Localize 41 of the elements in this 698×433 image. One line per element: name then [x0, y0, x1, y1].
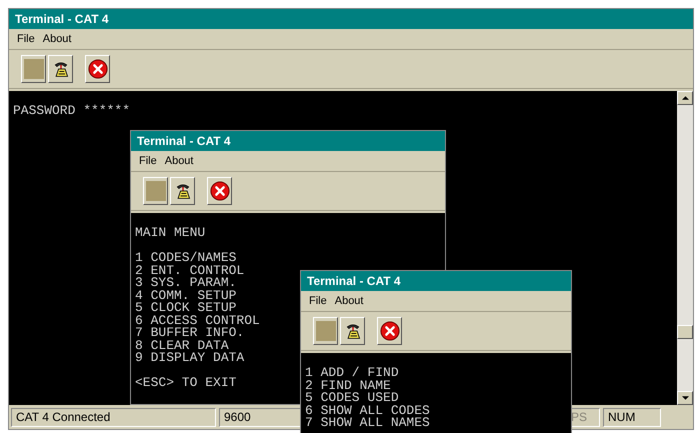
scroll-thumb[interactable] [677, 325, 693, 339]
close-icon[interactable] [377, 317, 402, 345]
terminal-line: 2 ENT. CONTROL [135, 264, 244, 277]
window-title: Terminal - CAT 4 [131, 131, 445, 151]
close-icon[interactable] [85, 55, 110, 83]
menu-item[interactable]: About [42, 30, 72, 48]
terminal-line: 4 COMM. SETUP [135, 290, 236, 302]
terminal-line: PASSWORD ****** [13, 105, 130, 118]
status-panel: NUM [603, 408, 661, 426]
close-icon[interactable] [207, 177, 232, 205]
terminal-line: 8 CLEAR DATA [135, 340, 229, 352]
terminal-line: 5 CODES USED [305, 392, 399, 404]
terminal-line: 2 FIND NAME [305, 380, 391, 392]
toolbar-button[interactable] [21, 55, 46, 83]
terminal-line: MAIN MENU [135, 227, 206, 240]
phone-icon[interactable] [340, 317, 365, 345]
toolbar-button[interactable] [313, 317, 338, 345]
scrollbar[interactable] [677, 91, 693, 405]
menu-item[interactable]: File [17, 30, 35, 48]
terminal-line: 1 ADD / FIND [305, 367, 399, 380]
terminal-line: 9 DISPLAY DATA [135, 352, 244, 364]
menu-item[interactable]: About [334, 292, 364, 310]
status-panel: CAT 4 Connected [11, 408, 216, 426]
terminal-line: 6 ACCESS CONTROL [135, 314, 260, 327]
window-title: Terminal - CAT 4 [301, 271, 571, 291]
terminal-line: 5 CLOCK SETUP [135, 302, 236, 314]
terminal-line: 3 SYS. PARAM. [135, 277, 236, 290]
terminal-line: 6 SHOW ALL CODES [305, 404, 430, 417]
terminal-line: <ESC> TO EXIT [135, 377, 236, 390]
terminal-line: 1 CODES/NAMES [135, 252, 236, 264]
toolbar-button[interactable] [143, 177, 168, 205]
menu-item[interactable]: File [139, 152, 157, 170]
window-title: Terminal - CAT 4 [9, 9, 693, 29]
terminal-line: 7 SHOW ALL NAMES [305, 417, 430, 430]
menu-item[interactable]: About [164, 152, 194, 170]
terminal-line: 7 BUFFER INFO. [135, 327, 244, 340]
phone-icon[interactable] [170, 177, 195, 205]
menu-item[interactable]: File [309, 292, 327, 310]
phone-icon[interactable] [48, 55, 73, 83]
up-arrow-icon[interactable] [682, 96, 688, 100]
down-arrow-icon[interactable] [682, 396, 688, 400]
